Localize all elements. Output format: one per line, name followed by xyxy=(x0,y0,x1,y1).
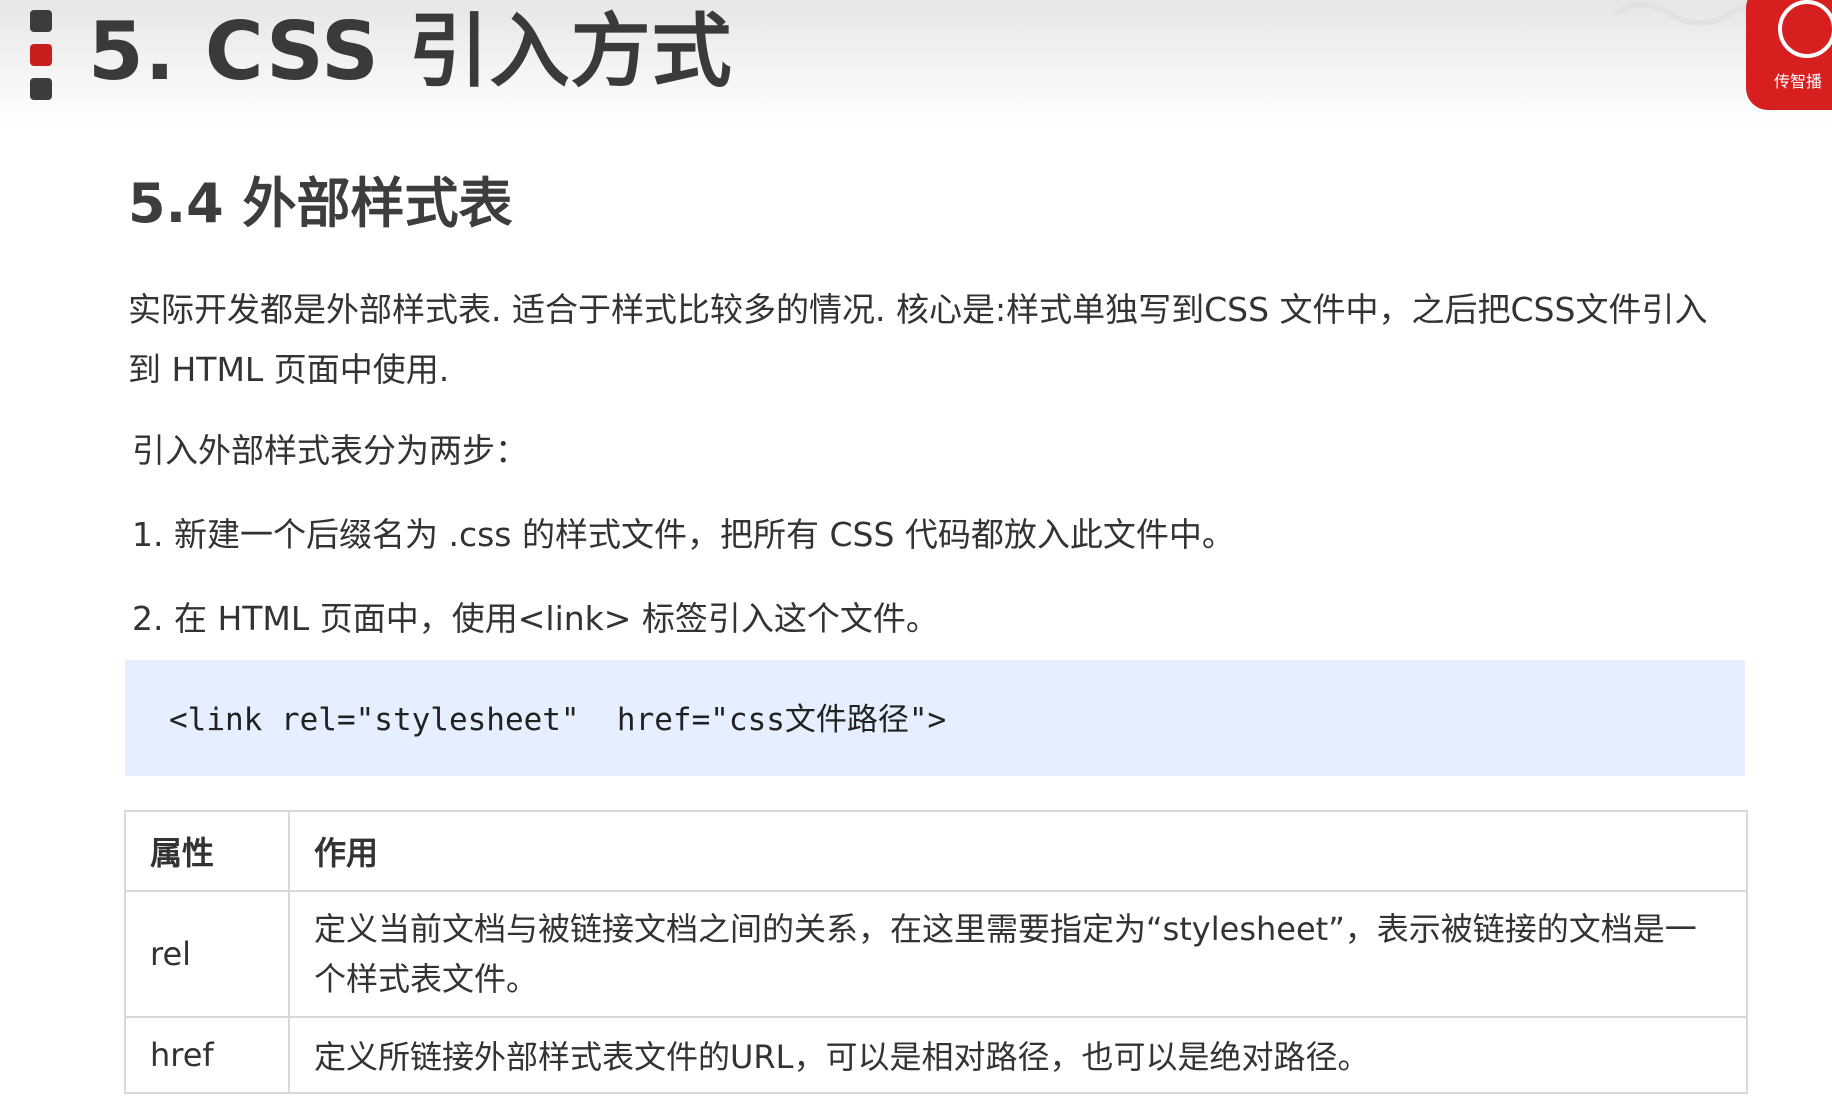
slide-page: 5. CSS 引入方式 传智播 5.4 外部样式表 实际开发都是外部样式表. 适… xyxy=(0,0,1832,1109)
table-header-row: 属性 作用 xyxy=(124,810,1748,892)
marker-block xyxy=(30,78,52,100)
logo-text: 传智播 xyxy=(1774,72,1823,91)
code-block: <link rel="stylesheet" href="css文件路径"> xyxy=(125,660,1745,776)
section-title: 5. CSS 引入方式 xyxy=(88,5,733,98)
marker-block xyxy=(30,10,52,32)
step-item: 1. 新建一个后缀名为 .css 的样式文件，把所有 CSS 代码都放入此文件中… xyxy=(132,515,1235,554)
table-cell-description: 定义当前文档与被链接文档之间的关系，在这里需要指定为“stylesheet”，表… xyxy=(288,890,1748,1018)
intro-paragraph: 实际开发都是外部样式表. 适合于样式比较多的情况. 核心是:样式单独写到CSS … xyxy=(128,290,1708,389)
table-cell-description: 定义所链接外部样式表文件的URL，可以是相对路径，也可以是绝对路径。 xyxy=(288,1016,1748,1094)
step-item: 2. 在 HTML 页面中，使用<link> 标签引入这个文件。 xyxy=(132,599,939,638)
slide-header: 5. CSS 引入方式 传智播 xyxy=(0,0,1832,128)
section-marker-icon xyxy=(30,10,52,112)
table-cell-attribute: rel xyxy=(124,890,290,1018)
table-row: href 定义所链接外部样式表文件的URL，可以是相对路径，也可以是绝对路径。 xyxy=(124,1016,1748,1094)
code-snippet: <link rel="stylesheet" href="css文件路径"> xyxy=(169,702,947,738)
brand-logo: 传智播 xyxy=(1746,0,1832,110)
steps-intro: 引入外部样式表分为两步： xyxy=(132,431,528,470)
attributes-table: 属性 作用 rel 定义当前文档与被链接文档之间的关系，在这里需要指定为“sty… xyxy=(124,810,1748,1094)
table-header-cell: 作用 xyxy=(288,810,1748,892)
marker-block-active xyxy=(30,44,52,66)
table-row: rel 定义当前文档与被链接文档之间的关系，在这里需要指定为“styleshee… xyxy=(124,890,1748,1018)
table-header-cell: 属性 xyxy=(124,810,290,892)
table-cell-attribute: href xyxy=(124,1016,290,1094)
logo-ring-icon xyxy=(1778,0,1832,58)
subsection-heading: 5.4 外部样式表 xyxy=(128,172,513,235)
